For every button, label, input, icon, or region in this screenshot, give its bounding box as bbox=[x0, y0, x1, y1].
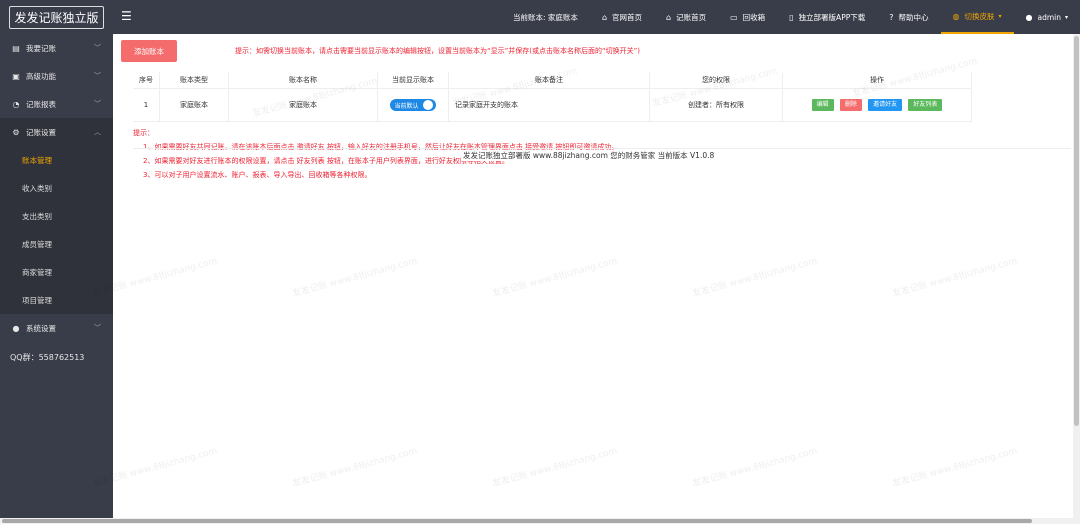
edit-button[interactable]: 编辑 bbox=[811, 99, 834, 111]
menu-label: 我要记账 bbox=[26, 43, 56, 53]
invite-friend-button[interactable]: 邀请好友 bbox=[868, 99, 903, 111]
nav-bookkeeping-home[interactable]: ⌂ 记账首页 bbox=[654, 0, 718, 34]
nav-official-home[interactable]: ⌂ 官网首页 bbox=[590, 0, 654, 34]
table-header-row: 序号 账本类型 账本名称 当前显示账本 账本备注 您的权限 操作 bbox=[133, 72, 972, 89]
help-icon: ? bbox=[889, 12, 894, 22]
logo[interactable]: 发发记账独立版 bbox=[0, 0, 113, 34]
logo-text: 发发记账独立版 bbox=[9, 5, 104, 29]
home-icon: ⌂ bbox=[666, 12, 672, 22]
user-icon: ● bbox=[1025, 12, 1033, 22]
col-perm: 您的权限 bbox=[649, 72, 783, 89]
menu-item-reports[interactable]: ◔ 记账报表 ﹀ bbox=[0, 90, 113, 118]
pie-chart-icon: ◔ bbox=[12, 99, 20, 109]
col-note: 账本备注 bbox=[448, 72, 650, 89]
col-type: 账本类型 bbox=[159, 72, 229, 89]
qq-group: QQ群：558762513 bbox=[10, 352, 85, 362]
nav-label: 记账首页 bbox=[676, 12, 707, 22]
menu-label: 高级功能 bbox=[26, 71, 56, 81]
menu-label: 系统设置 bbox=[26, 323, 56, 333]
tip-line: 3、可以对子用户设置流水、账户、报表、导入导出、回收箱等各种权限。 bbox=[143, 171, 372, 179]
menu-item-system-settings[interactable]: ● 系统设置 ﹀ bbox=[0, 314, 113, 342]
nav-switch-skin[interactable]: ◍ 切换皮肤 ▾ bbox=[940, 0, 1014, 34]
submenu-book-management[interactable]: 账本管理 bbox=[0, 146, 113, 174]
toggle-label: 当前默认 bbox=[394, 102, 419, 110]
nav-label: 帮助中心 bbox=[898, 12, 929, 22]
submenu-merchant-management[interactable]: 商家管理 bbox=[0, 258, 113, 286]
tips-title: 提示： bbox=[133, 129, 154, 137]
nav-label: 官网首页 bbox=[612, 12, 643, 22]
cell-perm: 创建者：所有权限 bbox=[649, 88, 783, 122]
chevron-down-icon: ﹀ bbox=[94, 100, 101, 108]
col-name: 账本名称 bbox=[228, 72, 378, 89]
chevron-down-icon: ﹀ bbox=[94, 324, 101, 332]
nav-label: 回收箱 bbox=[742, 12, 766, 22]
nav-label: 独立部署版APP下载 bbox=[798, 12, 866, 22]
menu-item-bookkeeping[interactable]: ▤ 我要记账 ﹀ bbox=[0, 34, 113, 62]
palette-icon: ◍ bbox=[952, 11, 960, 21]
cell-note: 记录家庭开支的账本 bbox=[448, 88, 650, 122]
menu-item-advanced[interactable]: ▣ 高级功能 ﹀ bbox=[0, 62, 113, 90]
document-icon: ▤ bbox=[12, 43, 20, 53]
briefcase-icon: ▣ bbox=[12, 71, 20, 81]
gear-icon: ⚙ bbox=[12, 127, 20, 137]
add-book-button[interactable]: 添加账本 bbox=[121, 40, 177, 62]
submenu-income-category[interactable]: 收入类别 bbox=[0, 174, 113, 202]
nav-help-center[interactable]: ? 帮助中心 bbox=[877, 0, 940, 34]
toggle-knob bbox=[422, 100, 433, 110]
horizontal-scrollbar[interactable] bbox=[0, 518, 1080, 524]
nav-recycle-bin[interactable]: ▭ 回收箱 bbox=[718, 0, 777, 34]
home-icon: ⌂ bbox=[601, 12, 608, 22]
cell-ops: 编辑 删除 邀请好友 好友列表 bbox=[782, 88, 972, 122]
delete-button[interactable]: 删除 bbox=[839, 99, 862, 111]
current-book: 当前账本: 家庭账本 bbox=[513, 12, 578, 22]
chevron-down-icon: ﹀ bbox=[94, 72, 101, 80]
footer-divider bbox=[133, 148, 1071, 149]
cell-type: 家庭账本 bbox=[159, 88, 229, 122]
cell-index: 1 bbox=[133, 88, 160, 122]
table-row: 1 家庭账本 家庭账本 当前默认 记录家庭开支的账本 创建者：所有权限 编辑 删… bbox=[133, 88, 972, 122]
nav-label: 切换皮肤 bbox=[964, 11, 995, 21]
cell-name: 家庭账本 bbox=[228, 88, 378, 122]
submenu-member-management[interactable]: 成员管理 bbox=[0, 230, 113, 258]
nav-label: admin bbox=[1037, 12, 1061, 22]
menu-label: 记账报表 bbox=[26, 99, 56, 109]
col-ops: 操作 bbox=[782, 72, 972, 89]
chevron-down-icon: ▾ bbox=[1064, 13, 1068, 21]
nav-user-admin[interactable]: ● admin ▾ bbox=[1014, 0, 1080, 34]
chevron-up-icon: ︿ bbox=[94, 128, 101, 136]
cell-current: 当前默认 bbox=[377, 88, 449, 122]
trash-icon: ▭ bbox=[730, 12, 738, 22]
nav-app-download[interactable]: ▯ 独立部署版APP下载 bbox=[777, 0, 877, 34]
menu-toggle-icon[interactable]: ☰ bbox=[121, 9, 132, 23]
submenu-expense-category[interactable]: 支出类别 bbox=[0, 202, 113, 230]
col-current: 当前显示账本 bbox=[377, 72, 449, 89]
menu-label: 记账设置 bbox=[26, 127, 56, 137]
book-table: 序号 账本类型 账本名称 当前显示账本 账本备注 您的权限 操作 1 家庭账本 … bbox=[133, 72, 972, 122]
friend-list-button[interactable]: 好友列表 bbox=[908, 99, 943, 111]
scroll-thumb[interactable] bbox=[1074, 36, 1079, 426]
top-tip: 提示：如需切换当前账本，请点击需要当前显示账本的编辑按钮，设置当前账本为“显示”… bbox=[235, 47, 640, 55]
col-index: 序号 bbox=[133, 72, 160, 89]
main-content: 添加账本 提示：如需切换当前账本，请点击需要当前显示账本的编辑按钮，设置当前账本… bbox=[113, 34, 1073, 518]
chevron-down-icon: ﹀ bbox=[94, 44, 101, 52]
chevron-down-icon: ▾ bbox=[998, 12, 1002, 20]
footer-text: 发发记账独立部署版 www.88jizhang.com 您的财务管家 当前版本 … bbox=[461, 150, 717, 161]
menu-item-settings[interactable]: ⚙ 记账设置 ︿ bbox=[0, 118, 113, 146]
user-icon: ● bbox=[12, 323, 20, 333]
scroll-thumb[interactable] bbox=[2, 519, 1032, 523]
current-default-toggle[interactable]: 当前默认 bbox=[390, 99, 436, 111]
top-nav: 当前账本: 家庭账本 ⌂ 官网首页 ⌂ 记账首页 ▭ 回收箱 ▯ 独立部署版APP下载 … bbox=[501, 0, 1080, 34]
sidebar: 发发记账独立版 ▤ 我要记账 ﹀ ▣ 高级功能 ﹀ ◔ 记账报表 ﹀ ⚙ 记账设… bbox=[0, 0, 113, 524]
submenu-project-management[interactable]: 项目管理 bbox=[0, 286, 113, 314]
top-header: ☰ 当前账本: 家庭账本 ⌂ 官网首页 ⌂ 记账首页 ▭ 回收箱 ▯ 独立部署版APP下… bbox=[113, 0, 1080, 34]
vertical-scrollbar[interactable] bbox=[1073, 34, 1080, 518]
phone-icon: ▯ bbox=[789, 12, 794, 22]
